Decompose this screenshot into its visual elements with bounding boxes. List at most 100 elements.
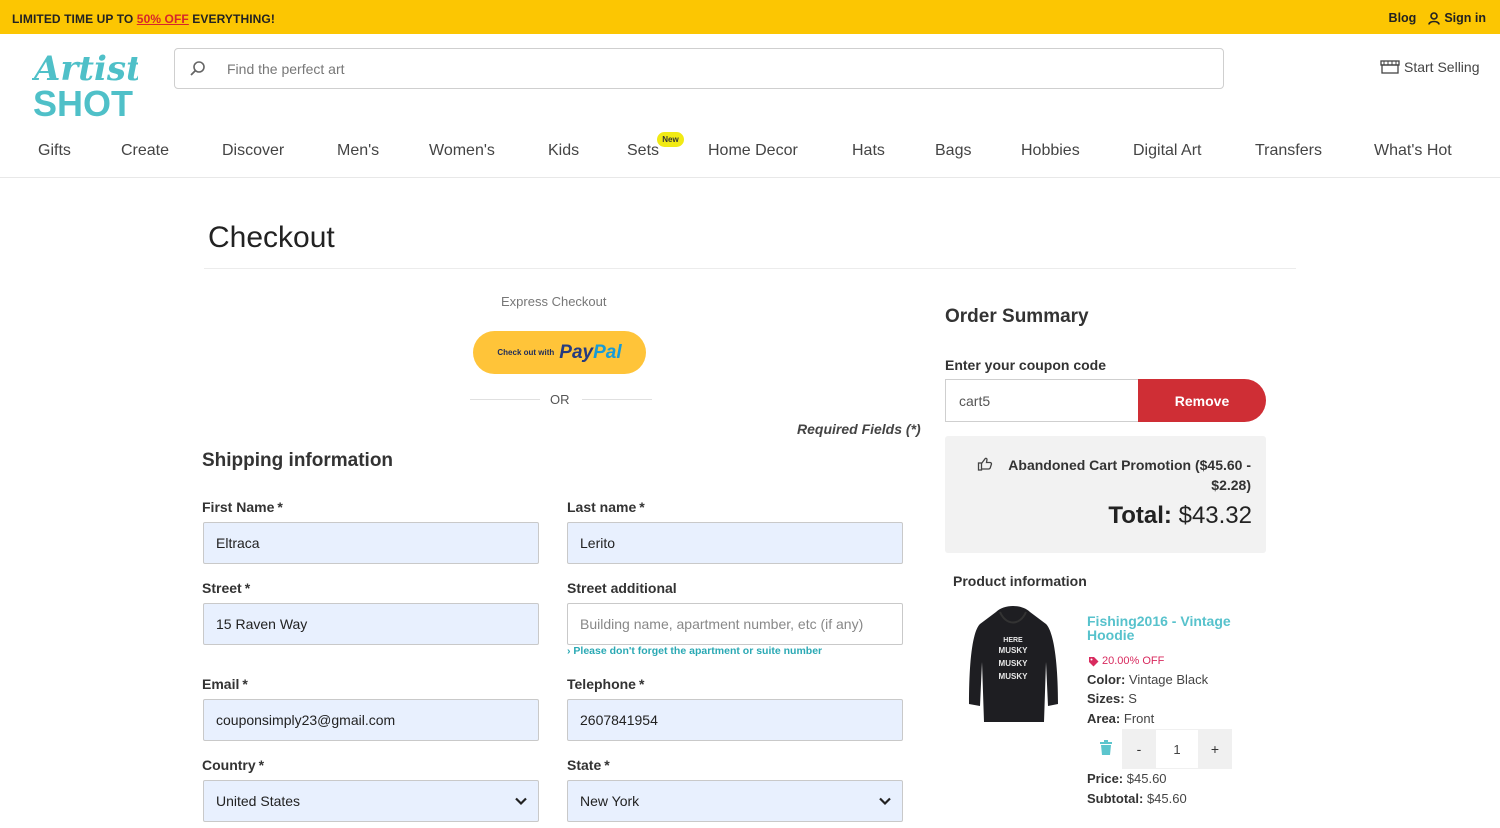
sign-in-link[interactable]: Sign in [1428, 11, 1486, 25]
required-star: * [258, 757, 265, 773]
paypal-logo: PayPal [559, 342, 621, 364]
last-name-field[interactable] [567, 522, 903, 564]
nav-item-transfers[interactable]: Transfers [1255, 142, 1322, 160]
nav-item-hats[interactable]: Hats [852, 142, 885, 160]
nav-item-bags[interactable]: Bags [935, 142, 971, 160]
user-icon [1428, 11, 1441, 25]
product-size: Sizes: S [1087, 691, 1137, 706]
product-size-label: Sizes: [1087, 691, 1125, 706]
product-color-label: Color: [1087, 672, 1126, 687]
nav-item-discover[interactable]: Discover [222, 142, 284, 160]
product-color-value: Vintage Black [1128, 672, 1209, 687]
nav-item-digital-art[interactable]: Digital Art [1133, 142, 1201, 160]
hoodie-print-line: MUSKY [999, 659, 1029, 668]
street-label: Street * [202, 580, 250, 596]
hoodie-print-line: MUSKY [999, 672, 1029, 681]
apartment-hint: › Please don't forget the apartment or s… [567, 645, 823, 657]
product-area: Area: Front [1087, 711, 1154, 726]
promotion-line-2: $2.28) [1211, 477, 1251, 493]
product-price-label: Price: [1087, 771, 1124, 786]
required-star: * [639, 499, 645, 515]
last-name-label-text: Last name [567, 499, 637, 515]
or-line-left [470, 399, 540, 400]
country-label: Country * [202, 757, 264, 773]
apartment-hint-text: Please don't forget the apartment or sui… [573, 645, 823, 657]
nav-item-home-decor[interactable]: Home Decor [708, 142, 798, 160]
tag-icon [1089, 656, 1099, 666]
street-field[interactable] [203, 603, 539, 645]
email-field[interactable] [203, 699, 539, 741]
start-selling-label: Start Selling [1404, 59, 1480, 75]
state-select[interactable]: New York [567, 780, 903, 822]
product-name-link[interactable]: Fishing2016 - Vintage Hoodie [1087, 614, 1237, 642]
coupon-label: Enter your coupon code [945, 357, 1107, 373]
product-subtotal: Subtotal: $45.60 [1087, 791, 1187, 806]
country-select-value: United States [216, 793, 301, 809]
nav-item-hobbies[interactable]: Hobbies [1021, 142, 1080, 160]
required-star: * [604, 757, 610, 773]
street-additional-label-text: Street additional [567, 580, 677, 596]
product-subtotal-label: Subtotal: [1087, 791, 1144, 806]
state-select-value: New York [580, 793, 640, 809]
email-label-text: Email [202, 676, 240, 692]
store-icon [1380, 60, 1400, 74]
street-additional-field[interactable] [567, 603, 903, 645]
telephone-field[interactable] [567, 699, 903, 741]
quantity-input[interactable] [1156, 729, 1198, 769]
product-price: Price: $45.60 [1087, 771, 1167, 786]
promotion-line-1: Abandoned Cart Promotion ($45.60 - [1008, 457, 1251, 473]
search-icon [190, 60, 205, 76]
paypal-logo-pay: Pay [559, 341, 594, 363]
quantity-increase-button[interactable]: + [1198, 729, 1232, 769]
first-name-label-text: First Name [202, 499, 275, 515]
nav-item-whats-hot[interactable]: What's Hot [1374, 142, 1452, 160]
promo-prefix: LIMITED TIME UP TO [12, 12, 137, 26]
hoodie-print-line: HERE [1003, 637, 1023, 644]
nav-item-womens[interactable]: Women's [429, 142, 495, 160]
required-star: * [244, 580, 251, 596]
nav-item-create[interactable]: Create [121, 142, 169, 160]
total-label: Total: [1108, 502, 1172, 529]
trash-icon[interactable] [1099, 740, 1113, 756]
product-color: Color: Vintage Black [1087, 672, 1208, 687]
promotion-summary-box: Abandoned Cart Promotion ($45.60 - $2.28… [945, 436, 1266, 553]
paypal-small-text: Check out with [497, 348, 555, 357]
logo-block-text: SHOT [33, 83, 133, 120]
paypal-checkout-button[interactable]: Check out with PayPal [473, 331, 646, 374]
nav-item-sets[interactable]: Sets [627, 142, 659, 160]
product-thumbnail[interactable]: HERE MUSKY MUSKY MUSKY [966, 604, 1060, 724]
required-star: * [638, 676, 645, 692]
start-selling-link[interactable]: Start Selling [1380, 59, 1479, 75]
search-bar[interactable] [174, 48, 1224, 89]
street-label-text: Street [202, 580, 242, 596]
first-name-field[interactable] [203, 522, 539, 564]
telephone-label-text: Telephone [567, 676, 636, 692]
search-input[interactable] [227, 60, 1127, 77]
remove-coupon-button[interactable]: Remove [1138, 379, 1266, 422]
thumbs-up-icon [977, 457, 993, 471]
telephone-label: Telephone * [567, 676, 644, 692]
order-total: Total: $43.32 [1108, 502, 1252, 530]
first-name-label: First Name * [202, 499, 283, 515]
required-fields-note: Required Fields (*) [797, 421, 921, 437]
order-summary-title: Order Summary [945, 306, 1089, 327]
country-select[interactable]: United States [203, 780, 539, 822]
product-price-value: $45.60 [1126, 771, 1167, 786]
or-divider: OR [470, 391, 654, 409]
nav-item-kids[interactable]: Kids [548, 142, 579, 160]
promo-bar: LIMITED TIME UP TO 50% OFF EVERYTHING! B… [0, 0, 1500, 34]
nav-item-gifts[interactable]: Gifts [38, 142, 71, 160]
product-size-value: S [1128, 691, 1137, 706]
artistshot-logo[interactable]: Artist SHOT [31, 48, 142, 124]
quantity-decrease-button[interactable]: - [1122, 729, 1156, 769]
last-name-label: Last name * [567, 499, 645, 515]
street-additional-label: Street additional [567, 580, 677, 596]
page-title: Checkout [208, 221, 335, 254]
promo-discount-link[interactable]: 50% OFF [137, 12, 189, 26]
required-star: * [242, 676, 248, 692]
or-text: OR [550, 392, 570, 407]
coupon-input[interactable] [945, 379, 1141, 422]
blog-link[interactable]: Blog [1389, 11, 1417, 25]
nav-item-mens[interactable]: Men's [337, 142, 379, 160]
state-label-text: State [567, 757, 602, 773]
